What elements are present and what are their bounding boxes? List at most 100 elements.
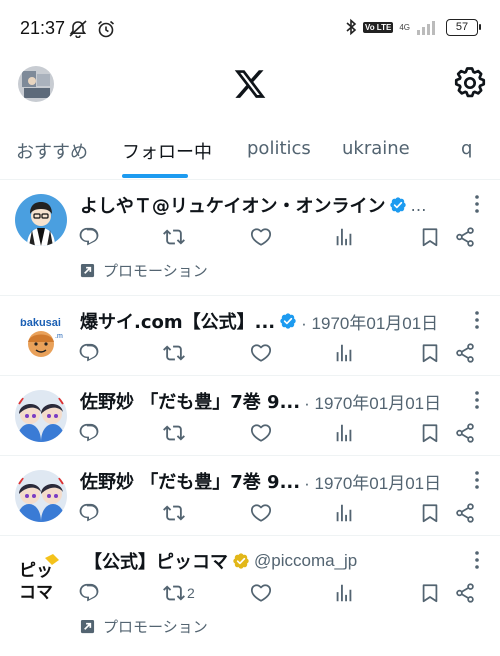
like-button[interactable] bbox=[250, 341, 272, 365]
like-button[interactable] bbox=[250, 581, 272, 605]
more-options-icon[interactable] bbox=[474, 310, 480, 330]
reply-button[interactable] bbox=[78, 341, 100, 365]
tab-politics[interactable]: politics bbox=[247, 138, 311, 159]
retweet-button[interactable]: 2 bbox=[163, 581, 195, 605]
promoted-arrow-icon bbox=[80, 619, 95, 634]
retweet-icon bbox=[163, 582, 185, 604]
profile-avatar[interactable] bbox=[18, 66, 54, 102]
retweet-count: 2 bbox=[187, 585, 195, 601]
author-avatar[interactable] bbox=[15, 194, 67, 246]
reply-icon bbox=[78, 226, 100, 248]
timeline-tabs: おすすめ フォロー中 politics ukraine q bbox=[0, 120, 500, 180]
reply-icon bbox=[78, 422, 100, 444]
promoted-arrow-icon bbox=[80, 263, 95, 278]
author-avatar[interactable] bbox=[15, 470, 67, 522]
network-type: 4G bbox=[399, 22, 410, 32]
retweet-button[interactable] bbox=[163, 501, 185, 525]
views-button[interactable] bbox=[333, 225, 355, 249]
heart-icon bbox=[250, 226, 272, 248]
share-button[interactable] bbox=[454, 581, 476, 605]
tweet-item[interactable]: bakusai .m 爆サイ.com【公式】... · 1970年01月01日 bbox=[0, 296, 500, 376]
share-icon bbox=[454, 422, 476, 444]
author-avatar[interactable]: bakusai .m bbox=[15, 310, 67, 362]
retweet-icon bbox=[163, 502, 185, 524]
share-button[interactable] bbox=[454, 341, 476, 365]
tweet-date[interactable]: · 1970年01月01日 bbox=[301, 309, 438, 334]
bookmark-button[interactable] bbox=[419, 421, 441, 445]
author-name[interactable]: 佐野妙 「だも豊」7巻 9... bbox=[80, 388, 300, 414]
share-button[interactable] bbox=[454, 421, 476, 445]
share-button[interactable] bbox=[454, 501, 476, 525]
author-name[interactable]: よしやＴ@リュケイオン・オンライン bbox=[80, 192, 385, 218]
tab-recommended[interactable]: おすすめ bbox=[16, 138, 88, 164]
x-logo-icon[interactable] bbox=[233, 67, 267, 101]
author-name[interactable]: 爆サイ.com【公式】... bbox=[80, 308, 275, 334]
reply-icon bbox=[78, 582, 100, 604]
author-avatar[interactable]: ピッ コマ bbox=[15, 552, 67, 604]
author-name[interactable]: 佐野妙 「だも豊」7巻 9... bbox=[80, 468, 300, 494]
views-button[interactable] bbox=[333, 501, 355, 525]
tweet-item[interactable]: 佐野妙 「だも豊」7巻 9... · 1970年01月01日 bbox=[0, 376, 500, 456]
app-header bbox=[0, 54, 500, 120]
settings-gear-icon[interactable] bbox=[453, 66, 487, 100]
more-options-icon[interactable] bbox=[474, 194, 480, 214]
alarm-icon bbox=[96, 19, 116, 39]
verified-badge-icon bbox=[279, 312, 297, 330]
status-time: 21:37 bbox=[20, 18, 66, 38]
volte-indicator: Vo LTE bbox=[362, 21, 394, 33]
tweet-item[interactable]: よしやＴ@リュケイオン・オンライン … プロモーション bbox=[0, 180, 500, 296]
views-chart-icon bbox=[333, 226, 355, 248]
more-options-icon[interactable] bbox=[474, 390, 480, 410]
tab-following[interactable]: フォロー中 bbox=[122, 138, 212, 164]
bookmark-button[interactable] bbox=[419, 341, 441, 365]
share-icon bbox=[454, 502, 476, 524]
author-handle[interactable]: @piccoma_jp bbox=[254, 551, 357, 571]
reply-button[interactable] bbox=[78, 581, 100, 605]
like-button[interactable] bbox=[250, 501, 272, 525]
svg-text:コマ: コマ bbox=[19, 583, 53, 603]
bookmark-button[interactable] bbox=[419, 225, 441, 249]
views-chart-icon bbox=[333, 502, 355, 524]
reply-icon bbox=[78, 342, 100, 364]
share-icon bbox=[454, 342, 476, 364]
tweet-date[interactable]: · 1970年01月01日 bbox=[304, 469, 441, 494]
notifications-muted-icon bbox=[68, 20, 88, 38]
more-options-icon[interactable] bbox=[474, 470, 480, 490]
svg-text:ピッ: ピッ bbox=[19, 561, 53, 581]
bookmark-button[interactable] bbox=[419, 501, 441, 525]
bookmark-button[interactable] bbox=[419, 581, 441, 605]
bookmark-icon bbox=[419, 502, 441, 524]
views-button[interactable] bbox=[333, 341, 355, 365]
author-name[interactable]: 【公式】ピッコマ bbox=[84, 548, 228, 574]
bookmark-icon bbox=[419, 582, 441, 604]
heart-icon bbox=[250, 502, 272, 524]
share-icon bbox=[454, 226, 476, 248]
retweet-button[interactable] bbox=[163, 225, 185, 249]
views-button[interactable] bbox=[333, 581, 355, 605]
tweet-item[interactable]: ピッ コマ 【公式】ピッコマ @piccoma_jp 2 プロモーション bbox=[0, 536, 500, 656]
heart-icon bbox=[250, 342, 272, 364]
tab-ukraine[interactable]: ukraine bbox=[342, 138, 410, 159]
like-button[interactable] bbox=[250, 225, 272, 249]
verified-gold-badge-icon bbox=[232, 552, 250, 570]
tweet-item[interactable]: 佐野妙 「だも豊」7巻 9... · 1970年01月01日 bbox=[0, 456, 500, 536]
views-chart-icon bbox=[333, 422, 355, 444]
signal-icon bbox=[416, 19, 440, 35]
retweet-icon bbox=[163, 342, 185, 364]
retweet-button[interactable] bbox=[163, 341, 185, 365]
views-button[interactable] bbox=[333, 421, 355, 445]
heart-icon bbox=[250, 582, 272, 604]
reply-button[interactable] bbox=[78, 225, 100, 249]
tweet-date[interactable]: · 1970年01月01日 bbox=[304, 389, 441, 414]
active-tab-indicator bbox=[122, 174, 188, 178]
author-avatar[interactable] bbox=[15, 390, 67, 442]
reply-button[interactable] bbox=[78, 501, 100, 525]
retweet-button[interactable] bbox=[163, 421, 185, 445]
reply-button[interactable] bbox=[78, 421, 100, 445]
promoted-label: プロモーション bbox=[80, 260, 208, 281]
like-button[interactable] bbox=[250, 421, 272, 445]
tab-q[interactable]: q bbox=[461, 138, 472, 159]
share-button[interactable] bbox=[454, 225, 476, 249]
more-options-icon[interactable] bbox=[474, 550, 480, 570]
heart-icon bbox=[250, 422, 272, 444]
